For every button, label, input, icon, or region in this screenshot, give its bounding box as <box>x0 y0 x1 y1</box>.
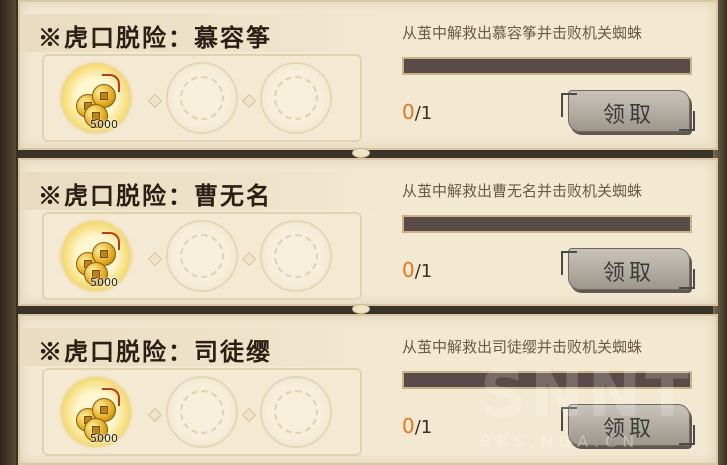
progress-total: /1 <box>414 417 433 438</box>
quest-title: ※虎口脱险：曹无名 <box>38 181 272 210</box>
progress-text: 0/1 <box>402 100 432 124</box>
watermark-logo: SNNT <box>480 358 693 432</box>
reward-count: 5000 <box>90 432 118 445</box>
separator-diamond <box>147 407 163 423</box>
claim-button-label: 领取 <box>602 261 655 286</box>
empty-reward-slot <box>166 62 238 134</box>
watermark-url: BBS.NGA.CN <box>480 432 641 451</box>
progress-total: /1 <box>414 261 433 282</box>
progress-text: 0/1 <box>402 258 432 282</box>
empty-reward-slot <box>166 220 238 292</box>
quest-description: 从茧中解救出曹无名并击败机关蜘蛛 <box>402 182 643 200</box>
claim-button[interactable]: 领取 <box>561 248 695 290</box>
empty-reward-slot <box>260 220 332 292</box>
reward-slot[interactable]: 5000 <box>60 220 134 294</box>
progress-text: 0/1 <box>402 414 432 438</box>
reward-count: 5000 <box>90 118 118 131</box>
quest-description: 从茧中解救出慕容筝并击败机关蜘蛛 <box>402 24 643 42</box>
rewards-frame: 5000 <box>42 212 362 300</box>
empty-reward-slot <box>260 376 332 448</box>
progress-current: 0 <box>402 414 415 438</box>
quest-title: ※虎口脱险：慕容筝 <box>38 23 272 52</box>
reward-slot[interactable]: 5000 <box>60 62 134 136</box>
left-frame-edge <box>0 0 16 465</box>
claim-button[interactable]: 领取 <box>561 90 695 132</box>
progress-current: 0 <box>402 100 415 124</box>
quest-description: 从茧中解救出司徒缨并击败机关蜘蛛 <box>402 338 643 356</box>
card-divider-ornament <box>340 146 380 158</box>
quest-card: ※虎口脱险：曹无名 从茧中解救出曹无名并击败机关蜘蛛 5000 0/1 领取 <box>18 158 718 306</box>
rewards-frame: 5000 <box>42 54 362 142</box>
separator-diamond <box>147 93 163 109</box>
quest-title: ※虎口脱险：司徒缨 <box>38 337 272 366</box>
progress-bar <box>402 57 692 75</box>
claim-button-label: 领取 <box>602 103 655 128</box>
progress-bar <box>402 215 692 233</box>
progress-current: 0 <box>402 258 415 282</box>
progress-total: /1 <box>414 103 433 124</box>
reward-count: 5000 <box>90 276 118 289</box>
card-divider-ornament <box>340 302 380 314</box>
separator-diamond <box>241 407 257 423</box>
empty-reward-slot <box>166 376 238 448</box>
separator-diamond <box>241 251 257 267</box>
separator-diamond <box>241 93 257 109</box>
reward-slot[interactable]: 5000 <box>60 376 134 450</box>
quest-card: ※虎口脱险：慕容筝 从茧中解救出慕容筝并击败机关蜘蛛 5000 0/1 领取 <box>18 0 718 150</box>
empty-reward-slot <box>260 62 332 134</box>
rewards-frame: 5000 <box>42 368 362 456</box>
separator-diamond <box>147 251 163 267</box>
